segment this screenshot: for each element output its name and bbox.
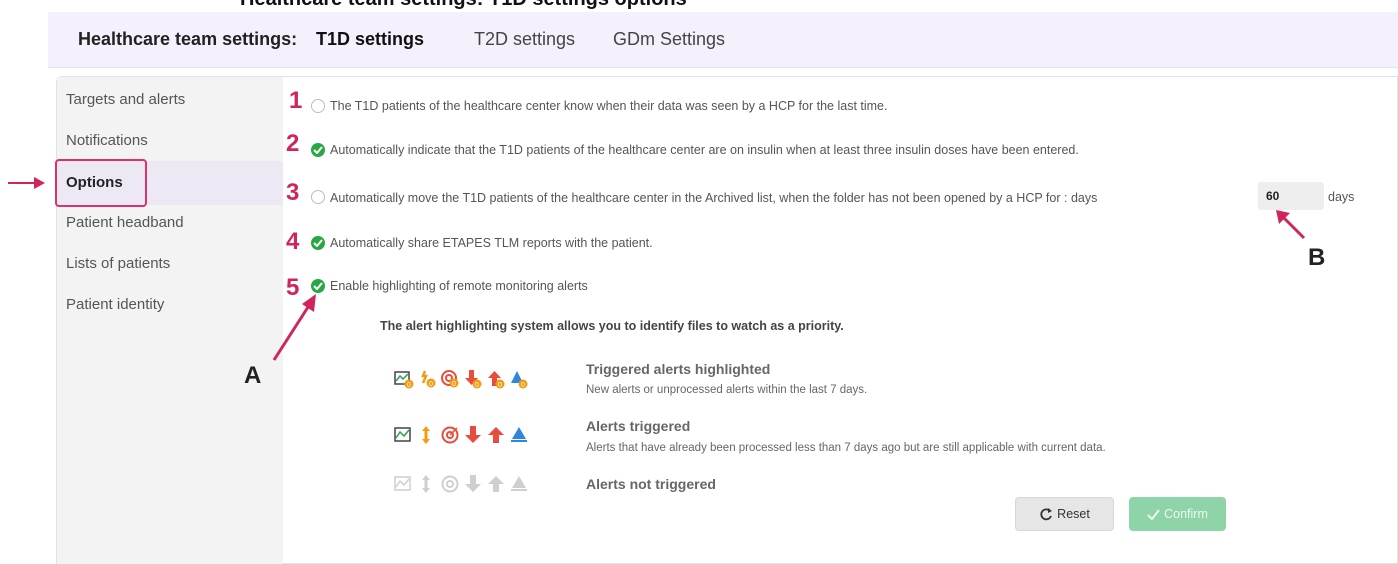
page-title: Healthcare team settings:	[78, 29, 298, 49]
settings-header: Healthcare team settings: T1D settings T…	[48, 12, 1398, 68]
legend-desc-triggered: Alerts that have already been processed …	[586, 442, 1106, 454]
option-4-label: Automatically share ETAPES TLM reports w…	[330, 236, 653, 250]
reset-button[interactable]: Reset	[1015, 497, 1114, 531]
sidebar-item-patient-identity[interactable]: Patient identity	[66, 296, 164, 313]
up-arrow-alert-icon: 0	[486, 369, 506, 389]
target-alert-icon: 0	[440, 369, 460, 389]
archive-days-input[interactable]	[1258, 182, 1324, 210]
legend-title-highlighted: Triggered alerts highlighted	[586, 361, 771, 377]
archive-days-unit: days	[1328, 190, 1355, 204]
annotation-letter-a: A	[244, 362, 262, 389]
chart-icon	[394, 474, 414, 494]
tab-t1d-settings[interactable]: T1D settings	[316, 29, 424, 50]
svg-text:0: 0	[407, 382, 411, 389]
svg-text:0: 0	[452, 381, 456, 388]
sidebar-item-patient-headband[interactable]: Patient headband	[66, 214, 184, 231]
target-icon	[440, 425, 460, 445]
icon-row-triggered	[394, 425, 529, 447]
option-1-radio[interactable]	[311, 99, 325, 113]
annotation-arrow-b-icon	[1276, 210, 1306, 240]
reset-button-label: Reset	[1057, 507, 1090, 521]
triangle-icon	[509, 474, 529, 494]
svg-text:0: 0	[429, 381, 433, 388]
sidebar-item-notifications[interactable]: Notifications	[66, 132, 148, 149]
annotation-arrow-a-icon	[272, 294, 316, 361]
chart-icon	[394, 425, 414, 445]
down-arrow-alert-icon: 0	[463, 369, 483, 389]
clipped-heading: Healthcare team settings: T1D settings o…	[0, 0, 1398, 12]
tab-t2d-settings[interactable]: T2D settings	[474, 29, 575, 50]
option-4-check-icon[interactable]	[311, 236, 325, 250]
annotation-number-4: 4	[286, 228, 300, 255]
option-3-label: Automatically move the T1D patients of t…	[330, 191, 1098, 205]
annotation-number-1: 1	[289, 87, 303, 114]
hypo-alert-icon: 0	[509, 369, 529, 389]
triangle-icon	[509, 425, 529, 445]
annotation-letter-b: B	[1308, 244, 1326, 271]
sidebar-item-targets-and-alerts[interactable]: Targets and alerts	[66, 91, 185, 108]
option-1-label: The T1D patients of the healthcare cente…	[330, 99, 888, 113]
up-arrow-icon	[486, 425, 506, 445]
svg-text:0: 0	[475, 382, 479, 389]
sidebar	[57, 77, 283, 564]
insulin-alert-icon: 0	[417, 369, 437, 389]
confirm-button[interactable]: Confirm	[1129, 497, 1226, 531]
svg-text:0: 0	[521, 382, 525, 389]
option-2-check-icon[interactable]	[311, 143, 325, 157]
legend-title-not-triggered: Alerts not triggered	[586, 476, 716, 492]
option-3-radio[interactable]	[311, 190, 325, 204]
annotation-number-2: 2	[286, 130, 300, 157]
legend-desc-highlighted: New alerts or unprocessed alerts within …	[586, 384, 868, 396]
clipped-heading-text: Healthcare team settings: T1D settings o…	[240, 0, 687, 11]
svg-text:0: 0	[498, 382, 502, 389]
legend-title-triggered: Alerts triggered	[586, 418, 691, 434]
sidebar-item-lists-of-patients[interactable]: Lists of patients	[66, 255, 170, 272]
target-icon	[440, 474, 460, 494]
up-arrow-icon	[486, 474, 506, 494]
down-arrow-icon	[463, 474, 483, 494]
checkmark-icon	[1147, 508, 1160, 520]
icon-row-highlighted: 0 0 0 0 0 0	[394, 369, 529, 391]
pointer-arrow-icon	[8, 177, 45, 189]
updown-arrow-icon	[417, 474, 437, 494]
down-arrow-icon	[463, 425, 483, 445]
updown-arrow-icon	[417, 425, 437, 445]
icon-row-not-triggered	[394, 474, 529, 496]
annotation-highlight-box	[55, 159, 147, 207]
option-5-label: Enable highlighting of remote monitoring…	[330, 279, 588, 293]
alert-highlight-hint: The alert highlighting system allows you…	[380, 319, 844, 333]
annotation-number-3: 3	[286, 179, 300, 206]
option-2-label: Automatically indicate that the T1D pati…	[330, 143, 1079, 157]
reset-icon	[1040, 508, 1053, 521]
chart-alert-icon: 0	[394, 369, 414, 389]
tab-gdm-settings[interactable]: GDm Settings	[613, 29, 725, 50]
option-5-check-icon[interactable]	[311, 279, 325, 293]
confirm-button-label: Confirm	[1164, 507, 1208, 521]
